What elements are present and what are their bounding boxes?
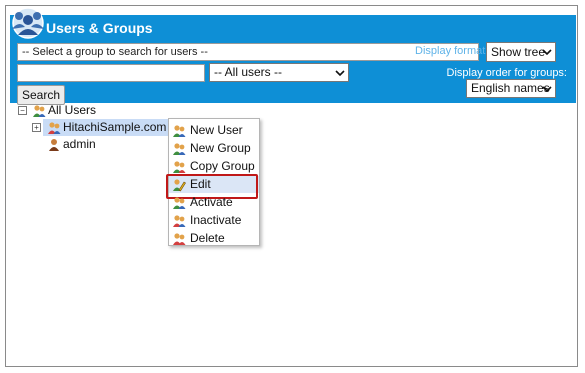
display-order-value: English names [471,81,550,95]
menu-item-delete[interactable]: Delete [169,230,259,247]
tree-user-node[interactable]: admin [47,137,96,152]
delete-icon [173,233,186,245]
tree-group-label: HitachiSample.com [63,120,167,134]
new-user-icon [173,125,186,137]
expand-toggle[interactable]: + [32,123,41,132]
display-format-label: Display format [415,45,486,57]
tree-group-node[interactable]: HitachiSample.com [43,119,171,136]
chevron-down-icon [542,49,552,56]
menu-item-label: New User [190,123,243,137]
users-filter-value: -- All users -- [214,65,283,79]
menu-item-label: Edit [190,177,211,191]
search-input[interactable] [17,64,205,82]
menu-item-new-user[interactable]: New User [169,122,259,139]
group-select[interactable]: -- Select a group to search for users -- [17,43,479,61]
group-icon [33,105,46,117]
app-title: Users & Groups [46,20,153,36]
group-icon [48,122,61,134]
users-groups-header: Users & Groups -- Select a group to sear… [10,7,576,105]
inactivate-icon [173,215,186,227]
chevron-down-icon [335,70,345,77]
users-groups-logo-icon [12,7,44,39]
show-tree-select[interactable]: Show tree [486,42,556,62]
title-bar: Users & Groups [10,7,576,41]
context-menu: New User New Group Copy Group Edit Activ… [166,118,260,247]
menu-item-label: New Group [190,141,251,155]
search-button[interactable]: Search [17,85,65,105]
menu-item-new-group[interactable]: New Group [169,140,259,157]
display-order-label: Display order for groups: [446,67,567,79]
user-icon [49,138,59,151]
menu-item-label: Activate [190,195,233,209]
menu-item-copy-group[interactable]: Copy Group [169,158,259,175]
menu-item-label: Copy Group [190,159,255,173]
menu-item-inactivate[interactable]: Inactivate [169,212,259,229]
activate-icon [173,197,186,209]
menu-item-label: Inactivate [190,213,242,227]
tree-root-label: All Users [48,103,97,117]
tree-root[interactable]: All Users [32,103,96,118]
users-filter-select[interactable]: -- All users -- [209,63,349,82]
new-group-icon [173,143,186,155]
show-tree-value: Show tree [491,45,546,59]
edit-icon [173,179,186,192]
tree-user-label: admin [63,137,96,151]
collapse-toggle[interactable]: − [18,106,27,115]
display-order-select[interactable]: English names [466,79,556,98]
menu-item-activate[interactable]: Activate [169,194,259,211]
user-tree: − All Users + HitachiSample.com admin [10,103,576,363]
copy-group-icon [173,161,186,173]
chevron-down-icon [542,86,552,93]
menu-item-edit[interactable]: Edit [166,174,259,199]
menu-item-label: Delete [190,231,225,245]
